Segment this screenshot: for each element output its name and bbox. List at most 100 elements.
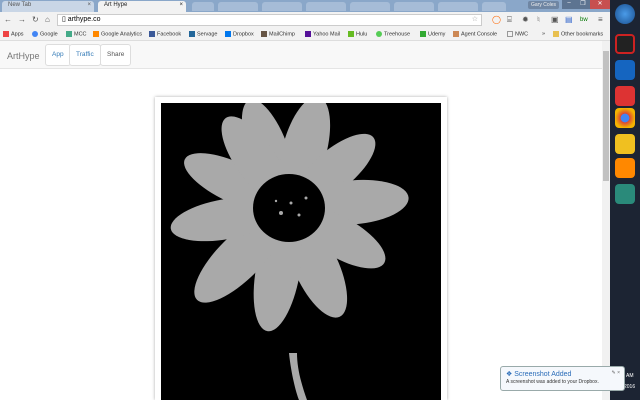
bookmark-yahoo-mail[interactable]: Yahoo Mail <box>305 31 340 38</box>
flower-stem <box>289 353 307 400</box>
bookmark-agent-console[interactable]: Agent Console <box>453 31 497 38</box>
udemy-icon <box>420 31 426 37</box>
taskbar-app-icon[interactable] <box>615 184 635 204</box>
tab-art-hype[interactable]: Art Hype × <box>98 1 186 12</box>
forward-icon[interactable]: → <box>18 14 26 26</box>
bookmark-google[interactable]: Google <box>32 31 58 38</box>
bookmark-google-analytics[interactable]: Google Analytics <box>93 31 142 38</box>
bookmark-dropbox[interactable]: Dropbox <box>225 31 254 38</box>
mailchimp-icon <box>261 31 267 37</box>
close-icon[interactable]: × <box>179 2 183 8</box>
minimize-button[interactable]: – <box>562 0 576 9</box>
taskbar-app-icon[interactable] <box>615 86 635 106</box>
apps-icon <box>3 31 9 37</box>
bookmark-label: Facebook <box>157 31 182 38</box>
tab-blurred[interactable] <box>350 2 390 11</box>
bookmark-star-icon[interactable]: ☆ <box>472 15 478 25</box>
bookmark-udemy[interactable]: Udemy <box>420 31 445 38</box>
translate-icon[interactable]: ▤ <box>565 14 573 26</box>
brand-link[interactable]: ArtHype <box>7 51 40 61</box>
nav-app[interactable]: App <box>45 44 71 66</box>
tab-blurred[interactable] <box>262 2 302 11</box>
dropbox-icon <box>225 31 231 37</box>
extension-icon[interactable]: ◯ <box>492 14 501 26</box>
tab-new-tab[interactable]: New Tab × <box>2 1 94 12</box>
page-icon <box>507 31 513 37</box>
microphone-icon[interactable]: ♮ <box>537 14 540 26</box>
profile-button[interactable]: Gary Coles <box>528 1 560 9</box>
bookmark-facebook[interactable]: Facebook <box>149 31 181 38</box>
dropbox-notification[interactable]: ❖ Screenshot Added A screenshot was adde… <box>500 366 625 391</box>
bookmark-nwc[interactable]: NWC <box>507 31 528 38</box>
artwork-card <box>155 97 447 400</box>
extension-icon[interactable]: bw <box>580 14 588 26</box>
bookmark-label: Google Analytics <box>101 31 142 38</box>
gear-icon[interactable]: ✹ <box>522 14 529 26</box>
more-bookmarks-chevron[interactable]: » <box>542 31 545 38</box>
browser-toolbar: ← → ↻ ⌂ ▯ arthype.co ☆ ◯ ⌸ ✹ ♮ ▣ ▤ bw ≡ <box>0 12 610 28</box>
bookmark-label: Servage <box>197 31 218 38</box>
clock-year[interactable]: 2016 <box>624 384 635 390</box>
address-bar[interactable]: ▯ arthype.co ☆ <box>57 14 482 26</box>
bookmark-mcc[interactable]: MCC <box>66 31 87 38</box>
clock-ampm[interactable]: AM <box>626 373 634 379</box>
tab-blurred[interactable] <box>394 2 434 11</box>
tab-blurred[interactable] <box>306 2 346 11</box>
taskbar-app-icon[interactable] <box>615 134 635 154</box>
bookmark-label: Apps <box>11 31 24 38</box>
flower-artwork <box>161 103 441 400</box>
servage-icon <box>189 31 195 37</box>
windows-taskbar: AM 2016 <box>610 0 640 400</box>
agent-icon <box>453 31 459 37</box>
extension-icon[interactable]: ▣ <box>551 14 559 26</box>
bookmark-label: Other bookmarks <box>561 31 604 38</box>
bookmark-hulu[interactable]: Hulu <box>348 31 367 38</box>
browser-window: New Tab × Art Hype × Gary Coles – ❐ ✕ ← → … <box>0 0 610 400</box>
bookmark-label: Hulu <box>356 31 368 38</box>
chrome-taskbar-icon[interactable] <box>615 108 635 128</box>
bookmark-label: Google <box>40 31 58 38</box>
bookmark-apps[interactable]: Apps <box>3 31 24 38</box>
hulu-icon <box>348 31 354 37</box>
tab-blurred[interactable] <box>438 2 478 11</box>
start-button[interactable] <box>615 4 635 24</box>
close-icon[interactable]: × <box>87 2 91 8</box>
home-icon[interactable]: ⌂ <box>45 14 50 26</box>
facebook-icon <box>149 31 155 37</box>
bookmark-label: NWC <box>515 31 529 38</box>
close-window-button[interactable]: ✕ <box>590 0 610 9</box>
bookmark-label: Udemy <box>428 31 446 38</box>
tab-blurred[interactable] <box>482 2 506 11</box>
notification-close-icon[interactable]: ✎ × <box>612 370 621 376</box>
bookmark-label: Agent Console <box>461 31 498 38</box>
bookmark-label: Dropbox <box>233 31 254 38</box>
bookmark-mailchimp[interactable]: MailChimp <box>261 31 295 38</box>
bookmark-treehouse[interactable]: Treehouse <box>376 31 410 38</box>
extension-icon[interactable]: ⌸ <box>507 14 512 26</box>
analytics-icon <box>93 31 99 37</box>
reload-icon[interactable]: ↻ <box>32 14 39 26</box>
dropbox-icon: ❖ <box>506 371 515 378</box>
bookmark-other[interactable]: Other bookmarks <box>553 31 603 38</box>
bookmark-label: Yahoo Mail <box>313 31 341 38</box>
bookmark-servage[interactable]: Servage <box>189 31 218 38</box>
nav-share[interactable]: Share <box>100 44 132 66</box>
bookmark-label: MailChimp <box>269 31 295 38</box>
back-icon[interactable]: ← <box>4 14 12 26</box>
restore-button[interactable]: ❐ <box>576 0 590 9</box>
nav-traffic[interactable]: Traffic <box>69 44 101 66</box>
folder-icon <box>553 31 559 37</box>
taskbar-app-icon[interactable] <box>615 34 635 54</box>
bookmark-label: Treehouse <box>384 31 411 38</box>
treehouse-icon <box>376 31 382 37</box>
scrollbar-thumb[interactable] <box>603 51 609 181</box>
notification-message: A screenshot was added to your Dropbox. <box>506 379 599 385</box>
taskbar-app-icon[interactable] <box>615 158 635 178</box>
tab-blurred[interactable] <box>218 2 258 11</box>
page-scrollbar[interactable] <box>602 41 610 400</box>
app-navbar: ArtHype App Traffic Share <box>0 41 602 69</box>
taskbar-app-icon[interactable] <box>615 60 635 80</box>
menu-icon[interactable]: ≡ <box>598 14 603 26</box>
tab-blurred[interactable] <box>192 2 214 11</box>
bookmark-label: MCC <box>74 31 87 38</box>
